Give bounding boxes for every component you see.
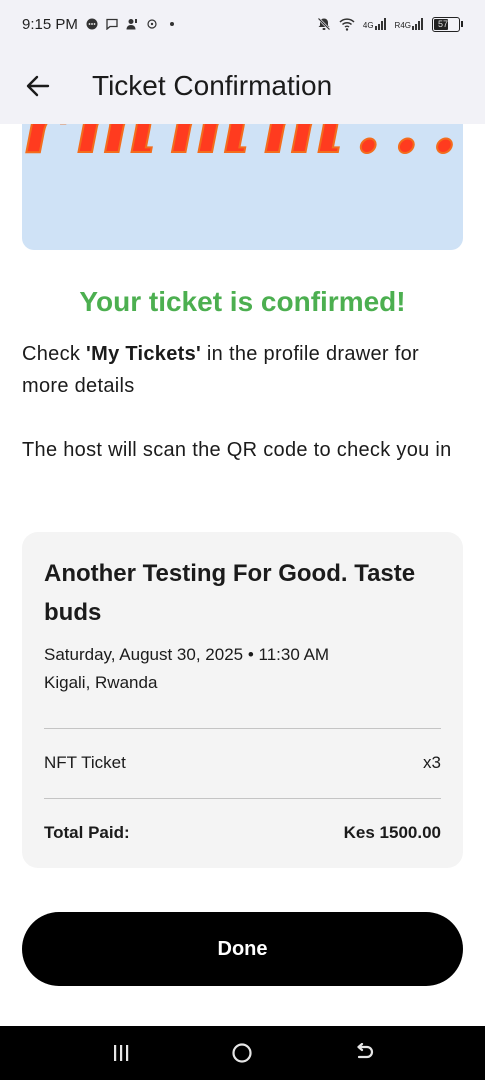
divider bbox=[44, 798, 441, 799]
back-nav-button[interactable] bbox=[334, 1026, 394, 1080]
confirmation-heading: Your ticket is confirmed! bbox=[79, 286, 406, 317]
my-tickets-label: 'My Tickets' bbox=[86, 343, 202, 365]
ticket-row: NFT Ticket x3 bbox=[44, 753, 441, 773]
event-name: Another Testing For Good. Taste buds bbox=[44, 560, 416, 626]
battery-tip bbox=[461, 21, 463, 27]
home-circle-icon bbox=[232, 1043, 252, 1063]
ticket-type: NFT Ticket bbox=[44, 753, 126, 772]
qr-scan-hint: The host will scan the QR code to check … bbox=[22, 439, 452, 461]
wifi-icon bbox=[339, 18, 355, 31]
person-icon bbox=[126, 19, 137, 30]
banner-text: rmmm... bbox=[22, 124, 458, 171]
banner-artwork: rmmm... bbox=[22, 124, 459, 172]
mute-bell-icon bbox=[316, 17, 331, 31]
back-button[interactable] bbox=[18, 66, 58, 106]
event-location: Kigali, Rwanda bbox=[44, 673, 158, 692]
dot-icon bbox=[169, 22, 174, 26]
signal-2: R4G bbox=[395, 18, 424, 30]
total-value: Kes 1500.00 bbox=[343, 823, 441, 842]
done-button[interactable]: Done bbox=[22, 912, 463, 986]
event-banner: rmmm... bbox=[22, 124, 463, 250]
divider bbox=[44, 728, 441, 729]
my-tickets-hint: Check 'My Tickets' in the profile drawer… bbox=[22, 338, 467, 402]
chat-icon bbox=[106, 18, 118, 30]
page-title: Ticket Confirmation bbox=[92, 70, 333, 101]
hint-prefix: Check bbox=[22, 343, 87, 365]
signal-bars-icon bbox=[374, 18, 386, 30]
battery-level: 57 bbox=[437, 19, 448, 29]
menu-lines-icon bbox=[114, 1045, 129, 1061]
status-time: 9:15 PM bbox=[22, 15, 78, 33]
signal-1: 4G bbox=[363, 18, 387, 30]
total-label: Total Paid: bbox=[44, 823, 130, 842]
total-row: Total Paid: Kes 1500.00 bbox=[44, 823, 441, 843]
home-button[interactable] bbox=[212, 1026, 272, 1080]
status-right: 4G R4G 57 bbox=[316, 16, 463, 32]
back-arrow-icon bbox=[357, 1043, 374, 1059]
app-bar: Ticket Confirmation bbox=[0, 48, 485, 124]
network-label-1: 4G bbox=[362, 21, 374, 30]
signal-bars-icon bbox=[412, 18, 423, 30]
recent-apps-button[interactable] bbox=[91, 1026, 151, 1080]
event-datetime: Saturday, August 30, 2025 • 11:30 AM bbox=[44, 645, 330, 664]
network-label-2: R4G bbox=[394, 21, 411, 30]
system-nav-bar bbox=[0, 1026, 485, 1080]
battery-icon: 57 bbox=[432, 16, 463, 32]
arrow-left-icon bbox=[26, 75, 50, 97]
sync-icon bbox=[147, 19, 157, 29]
ticket-quantity: x3 bbox=[423, 753, 441, 772]
ticket-summary-card: Another Testing For Good. Taste buds Sat… bbox=[22, 532, 463, 868]
battery-body: 57 bbox=[432, 16, 460, 32]
status-left: 9:15 PM bbox=[22, 16, 178, 33]
status-bar: 9:15 PM 4G R4G 57 bbox=[0, 0, 485, 48]
messenger-icon bbox=[86, 18, 98, 30]
